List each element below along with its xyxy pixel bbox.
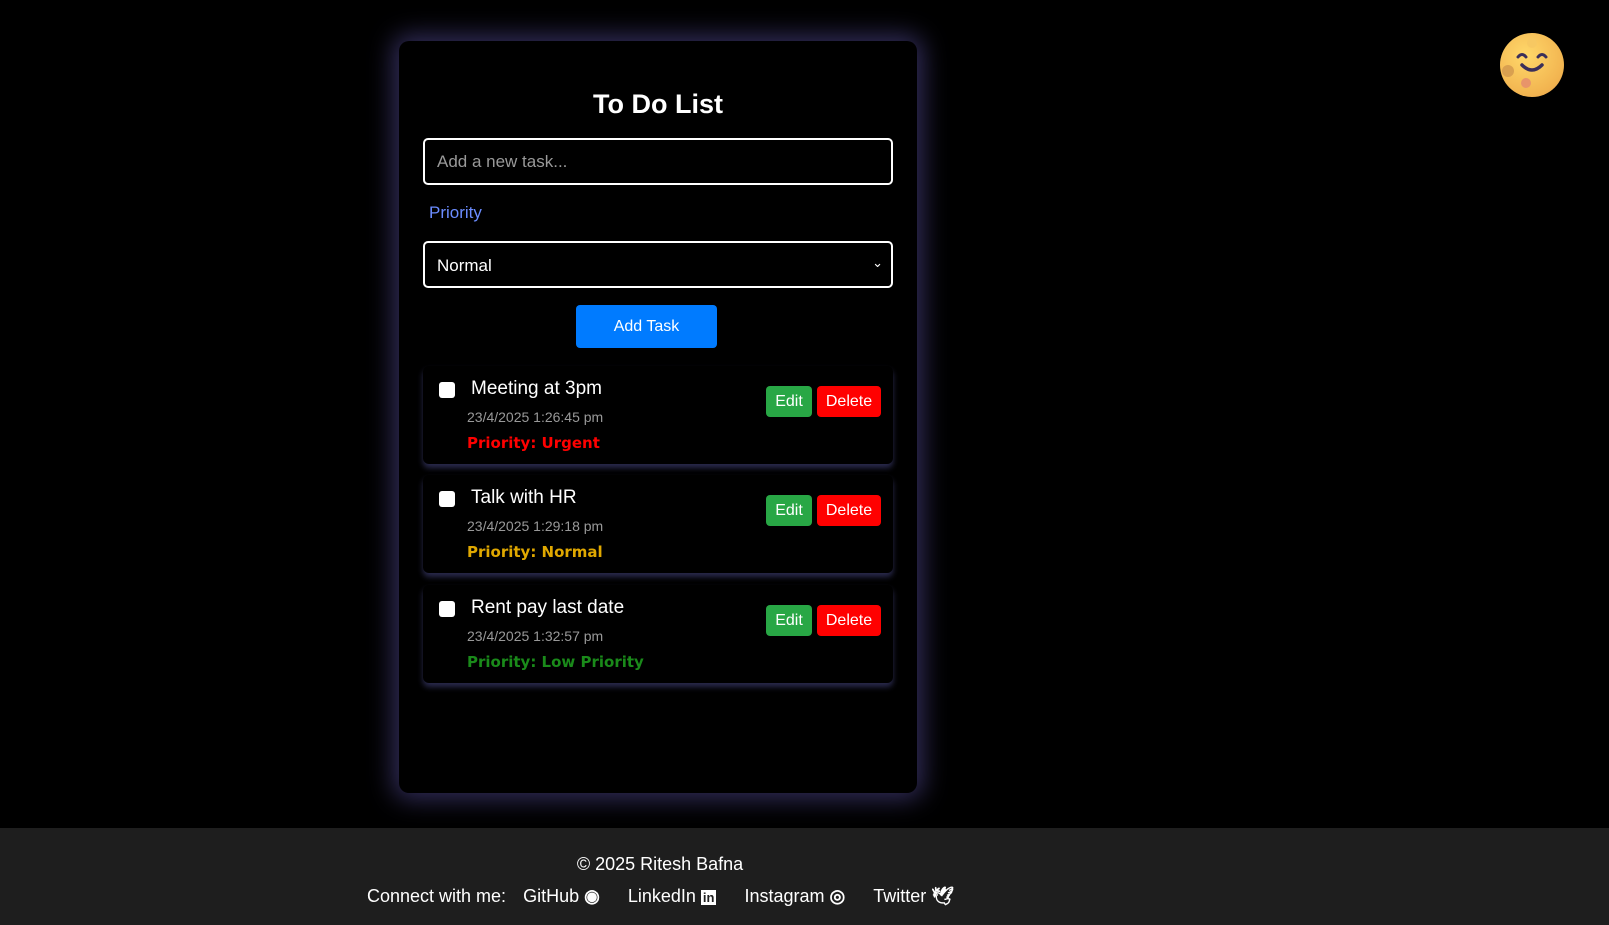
connect-label: Connect with me: — [367, 886, 507, 906]
linkedin-icon: in — [700, 890, 717, 905]
task-item: Meeting at 3pm 23/4/2025 1:26:45 pm Prio… — [423, 366, 893, 464]
task-item: Rent pay last date 23/4/2025 1:32:57 pm … — [423, 585, 893, 683]
linkedin-link[interactable]: LinkedIn in — [628, 886, 717, 907]
priority-label: Priority — [429, 203, 482, 222]
page-title: To Do List — [593, 89, 723, 119]
task-checkbox[interactable] — [439, 491, 455, 507]
task-priority: Priority: Low Priority — [467, 653, 644, 671]
edit-button[interactable]: Edit — [766, 495, 812, 526]
twitter-link[interactable]: Twitter 🕊 — [873, 886, 954, 907]
task-time: 23/4/2025 1:32:57 pm — [467, 628, 604, 644]
edit-button[interactable]: Edit — [766, 386, 812, 417]
task-name: Talk with HR — [471, 487, 577, 508]
delete-button[interactable]: Delete — [817, 605, 881, 636]
edit-button[interactable]: Edit — [766, 605, 812, 636]
delete-button[interactable]: Delete — [817, 386, 881, 417]
priority-select[interactable]: Normal ⌄ — [423, 241, 893, 288]
new-task-input[interactable] — [423, 138, 893, 185]
instagram-link[interactable]: Instagram ◎ — [744, 886, 845, 907]
task-name: Rent pay last date — [471, 597, 625, 618]
copyright: © 2025 Ritesh Bafna — [576, 854, 744, 874]
github-link[interactable]: GitHub ◉ — [523, 886, 600, 907]
priority-select-value: Normal — [437, 256, 492, 275]
github-icon: ◉ — [584, 886, 600, 906]
task-priority: Priority: Normal — [467, 543, 603, 561]
task-time: 23/4/2025 1:26:45 pm — [467, 409, 604, 425]
delete-button[interactable]: Delete — [817, 495, 881, 526]
task-time: 23/4/2025 1:29:18 pm — [467, 518, 604, 534]
smiley-moon-icon — [1502, 38, 1548, 88]
twitter-icon: 🕊 — [931, 886, 955, 906]
avatar[interactable] — [1500, 33, 1564, 97]
footer: © 2025 Ritesh Bafna Connect with me: Git… — [0, 828, 1609, 925]
task-checkbox[interactable] — [439, 601, 455, 617]
chevron-down-icon: ⌄ — [872, 255, 883, 270]
todo-card: To Do List Priority Normal ⌄ Add Task Mee… — [399, 41, 917, 793]
task-item: Talk with HR 23/4/2025 1:29:18 pm Priori… — [423, 475, 893, 573]
task-name: Meeting at 3pm — [471, 378, 602, 399]
instagram-icon: ◎ — [829, 886, 846, 906]
add-task-button[interactable]: Add Task — [576, 305, 717, 348]
task-checkbox[interactable] — [439, 382, 455, 398]
task-priority: Priority: Urgent — [467, 434, 600, 452]
